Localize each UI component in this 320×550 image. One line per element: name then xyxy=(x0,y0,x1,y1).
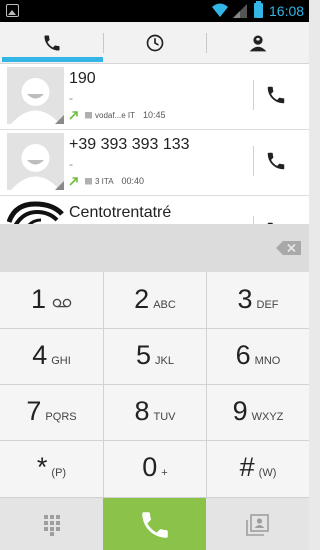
add-contact-button[interactable] xyxy=(206,498,309,550)
carrier-name: vodaf...e IT xyxy=(95,110,136,120)
call-log: 190 - vodaf...e IT 10:45 +39 393 393 133… xyxy=(0,64,309,224)
image-notification-icon xyxy=(6,4,19,17)
caller-label: - xyxy=(69,157,73,171)
key-digit: 7 xyxy=(26,396,42,426)
key-letters: TUV xyxy=(153,411,176,423)
dialer-action-bar xyxy=(0,497,309,550)
backspace-icon[interactable] xyxy=(276,241,301,255)
key-digit: * xyxy=(36,452,48,482)
carrier-name: 3 ITA xyxy=(95,176,114,186)
key-digit: # xyxy=(239,452,255,482)
key-4[interactable]: 4 GHI xyxy=(0,342,103,382)
keypad-divider xyxy=(0,328,309,329)
row-separator xyxy=(253,216,254,224)
key-6[interactable]: 6 MNO xyxy=(207,342,309,382)
toggle-dialpad-button[interactable] xyxy=(0,498,103,550)
clock-icon xyxy=(146,34,163,52)
contact-icon xyxy=(249,35,266,52)
key-letters: JKL xyxy=(155,355,174,367)
contact-photo xyxy=(7,200,64,224)
voicemail-icon xyxy=(52,298,72,308)
operator-logo-icon xyxy=(7,201,64,224)
call-meta: 3 ITA 00:40 xyxy=(69,175,144,187)
key-letters: (W) xyxy=(258,467,277,479)
keypad-divider xyxy=(0,384,309,385)
key-digit: 4 xyxy=(32,340,48,370)
sim-icon xyxy=(85,111,92,119)
battery-icon xyxy=(254,1,263,18)
key-letters: + xyxy=(161,467,168,479)
status-bar: 16:08 xyxy=(0,0,309,22)
wifi-icon xyxy=(212,3,228,17)
key-pound[interactable]: # (W) xyxy=(207,454,309,494)
key-8[interactable]: 8 TUV xyxy=(104,398,206,438)
key-digit: 9 xyxy=(232,396,248,426)
caller-name: Centotrentatré xyxy=(69,204,172,221)
status-time: 16:08 xyxy=(269,3,305,19)
key-digit: 6 xyxy=(235,340,251,370)
dialpad-icon xyxy=(43,514,60,536)
call-time: 00:40 xyxy=(121,176,145,186)
caller-name: +39 393 393 133 xyxy=(69,136,190,153)
call-back-icon[interactable] xyxy=(265,84,287,106)
row-separator xyxy=(253,146,254,176)
signal-icon xyxy=(233,4,247,18)
call-log-entry[interactable]: Centotrentatré xyxy=(0,196,309,224)
key-5[interactable]: 5 JKL xyxy=(104,342,206,382)
phone-icon xyxy=(44,35,59,51)
key-digit: 0 xyxy=(142,452,158,482)
call-button[interactable] xyxy=(103,498,206,550)
outgoing-call-icon xyxy=(69,177,78,186)
call-back-icon[interactable] xyxy=(265,150,287,172)
tab-contacts[interactable] xyxy=(206,22,309,64)
photo-corner xyxy=(55,181,64,190)
key-star[interactable]: * (P) xyxy=(0,454,103,494)
key-3[interactable]: 3 DEF xyxy=(207,286,309,326)
dialer-tabs xyxy=(0,22,309,64)
key-digit: 2 xyxy=(134,284,150,314)
active-tab-indicator xyxy=(2,57,103,62)
dialer-screen: 16:08 190 - vodaf...e IT 10:45 +39 393 3… xyxy=(0,0,309,550)
dial-number-field[interactable] xyxy=(0,224,309,272)
key-letters: ABC xyxy=(153,299,176,311)
key-9[interactable]: 9 WXYZ xyxy=(207,398,309,438)
photo-corner xyxy=(55,115,64,124)
key-letters: WXYZ xyxy=(251,411,284,423)
contact-card-icon xyxy=(245,513,269,536)
key-letters: (P) xyxy=(51,467,67,479)
contact-photo-placeholder xyxy=(7,133,64,190)
row-separator xyxy=(253,80,254,110)
tab-recents[interactable] xyxy=(103,22,206,64)
key-letters: PQRS xyxy=(45,411,77,423)
key-digit: 3 xyxy=(237,284,253,314)
key-letters: MNO xyxy=(254,355,281,367)
call-meta: vodaf...e IT 10:45 xyxy=(69,109,166,121)
dial-keypad: 1 2 ABC 3 DEF 4 GHI 5 JKL 6 MNO 7 PQRS 8… xyxy=(0,272,309,497)
phone-icon xyxy=(141,511,168,538)
call-log-entry[interactable]: 190 - vodaf...e IT 10:45 xyxy=(0,64,309,129)
key-7[interactable]: 7 PQRS xyxy=(0,398,103,438)
caller-label: - xyxy=(69,91,73,105)
key-digit: 8 xyxy=(134,396,150,426)
outgoing-call-icon xyxy=(69,111,78,120)
key-1[interactable]: 1 xyxy=(0,286,103,326)
key-digit: 1 xyxy=(30,284,47,314)
key-letters: GHI xyxy=(51,355,71,367)
contact-photo-placeholder xyxy=(7,67,64,124)
sim-icon xyxy=(85,177,92,185)
key-letters: DEF xyxy=(256,299,279,311)
caller-name: 190 xyxy=(69,70,96,87)
key-0[interactable]: 0 + xyxy=(104,454,206,494)
call-time: 10:45 xyxy=(143,110,166,120)
call-log-entry[interactable]: +39 393 393 133 - 3 ITA 00:40 xyxy=(0,130,309,195)
key-digit: 5 xyxy=(136,340,152,370)
key-2[interactable]: 2 ABC xyxy=(104,286,206,326)
keypad-divider xyxy=(0,440,309,441)
